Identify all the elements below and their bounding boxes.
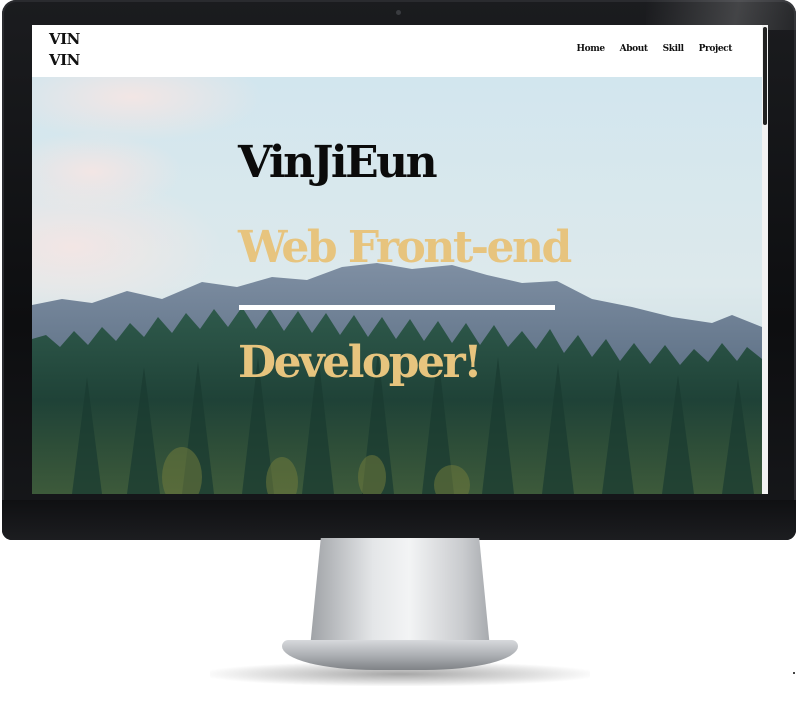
scrollbar-thumb[interactable]: [763, 27, 767, 125]
logo-line-2: VIN: [49, 51, 80, 69]
hero-title: VinJiEun: [238, 137, 438, 188]
monitor-scene: VIN VIN Home About Skill Project VinJiEu…: [0, 0, 798, 702]
nav-link-home[interactable]: Home: [577, 44, 606, 54]
nav-link-project[interactable]: Project: [699, 44, 733, 54]
decorative-dot: [793, 672, 795, 674]
nav-link-skill[interactable]: Skill: [663, 44, 684, 54]
monitor-stand-neck: [310, 538, 490, 648]
monitor-screen: VIN VIN Home About Skill Project VinJiEu…: [32, 25, 768, 494]
hero-subtitle-line-2: Developer!: [238, 337, 483, 388]
site-header: VIN VIN Home About Skill Project: [32, 25, 762, 77]
main-nav: Home About Skill Project: [577, 44, 733, 54]
hero-divider: [239, 305, 555, 310]
page-scrollbar[interactable]: [762, 25, 768, 494]
site-logo[interactable]: VIN VIN: [49, 29, 80, 71]
hero-subtitle-line-1: Web Front-end: [238, 222, 572, 273]
hero-section: VinJiEun Web Front-end Developer!: [32, 77, 762, 494]
nav-link-about[interactable]: About: [620, 44, 648, 54]
webcam-icon: [396, 10, 401, 15]
monitor-chin: [2, 500, 796, 540]
logo-line-1: VIN: [49, 30, 80, 48]
